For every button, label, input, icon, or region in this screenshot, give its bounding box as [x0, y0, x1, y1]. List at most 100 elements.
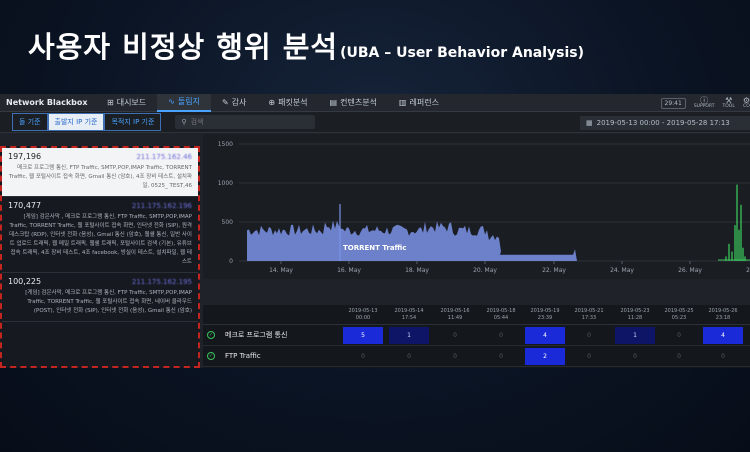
event-count: 170,477: [8, 201, 42, 210]
book-icon: ▥: [398, 98, 407, 107]
timestamp-time: 17:33: [581, 315, 597, 321]
segment-button[interactable]: 목적지 IP 기준: [104, 113, 162, 131]
tab-dashboard[interactable]: ⊞ 대시보드: [96, 94, 157, 112]
tool-button[interactable]: ⚒ TOOL: [722, 96, 734, 110]
dashboard-icon: ⊞: [107, 98, 114, 107]
timeline-cell[interactable]: 0: [389, 348, 429, 365]
target-icon: ⊕: [268, 98, 276, 107]
event-count: 197,196: [8, 152, 42, 161]
timeline-row[interactable]: ✓ FTP Traffic 0 0 0 0 2 0 0 0 0: [203, 346, 750, 367]
tab-book[interactable]: ▥ 레퍼런스: [388, 94, 450, 112]
segment-button[interactable]: 출발지 IP 기준: [47, 113, 105, 131]
timeline-table: 2019-05-13 00:00 2019-05-14 17:54 2019-05-16…: [203, 305, 750, 368]
timeline-cell[interactable]: 0: [615, 348, 655, 365]
timeline-cell[interactable]: 1: [615, 327, 655, 344]
segment-button[interactable]: 돌 기준: [12, 113, 48, 131]
list-item[interactable]: 170,477 211.175.162.196 [게임] 검은사막 , 메크로 프로…: [2, 197, 198, 273]
timeline-cell[interactable]: 4: [703, 327, 743, 344]
tab-label: 대시보드: [116, 98, 147, 107]
nav-right: 29:41 ⓘ SUPPORT ⚒ TOOL ⚙ CO: [660, 94, 750, 112]
x-tick-label: 20. May: [473, 267, 497, 274]
view-toggle: 돌 기준 출발지 IP 기준 목적지 IP 기준: [12, 113, 162, 131]
timestamp-time: 05:44: [493, 315, 509, 321]
x-tick-label: 28. May: [746, 267, 750, 274]
x-tick-label: 26. May: [678, 267, 702, 274]
slide-title-subtitle: (UBA – User Behavior Analysis): [340, 45, 585, 61]
tab-document[interactable]: ▤ 컨텐츠분석: [319, 94, 388, 112]
timeline-row[interactable]: ✓ 메크로 프로그램 통신 5 1 0 0 4 0 1 0 4: [203, 325, 750, 346]
timeline-cell[interactable]: 0: [435, 327, 475, 344]
timestamp-time: 23:39: [537, 315, 553, 321]
timeline-rows: ✓ 메크로 프로그램 통신 5 1 0 0 4 0 1 0 4 ✓ FTP Traffic 0 0 0 0 2 0 0…: [203, 325, 750, 367]
timeline-timestamp: 2019-05-26 23:18: [703, 308, 743, 322]
timeline-cell[interactable]: 0: [569, 348, 609, 365]
timestamp-time: 23:18: [715, 315, 731, 321]
x-tick-label: 18. May: [405, 267, 429, 274]
filter-bar: 돌 기준출발지 IP 기준목적지 IP 기준 ⚲ ▦ 2019-05-13 00…: [0, 112, 750, 133]
timeline-cell[interactable]: 0: [481, 327, 521, 344]
timestamp-date: 2019-05-13: [348, 308, 378, 314]
timeline-cell[interactable]: 0: [659, 327, 699, 344]
timeline-cell[interactable]: 1: [389, 327, 429, 344]
y-tick-label: 1500: [218, 141, 233, 148]
tab-label: 돌림지: [177, 97, 200, 106]
edit-icon: ✎: [221, 98, 229, 107]
x-tick-label: 16. May: [337, 267, 361, 274]
timeline-timestamp: 2019-05-19 23:39: [525, 308, 565, 322]
behavior-tags: [게임] 검은사막 , 메크로 프로그램 통신, FTP Traffic, SM…: [9, 214, 192, 265]
timestamp-date: 2019-05-16: [440, 308, 470, 314]
timeline-cell[interactable]: 0: [569, 327, 609, 344]
timeline-timestamp: 2019-05-21 17:33: [569, 308, 609, 322]
behavior-tags: [게임] 검은사막, 메크로 프로그램 통신, FTP Traffic, SMT…: [25, 290, 192, 314]
traffic-chart-svg: 1500 1000 500 0 14. May 16. May 18. May 20. May…: [218, 141, 750, 274]
search-box[interactable]: ⚲: [175, 115, 316, 129]
search-input[interactable]: [190, 118, 301, 126]
ip-address: 211.175.162.196: [131, 202, 192, 210]
x-tick-label: 14. May: [269, 267, 293, 274]
check-circle-icon: ✓: [207, 331, 215, 339]
brand-logo: Network Blackbox: [6, 98, 88, 107]
timeline-timestamp: 2019-05-18 05:44: [481, 308, 521, 322]
timestamp-date: 2019-05-25: [664, 308, 694, 314]
list-item-header: 100,225 211.175.162.195: [8, 277, 192, 286]
torrent-area: [247, 220, 577, 261]
timeline-cell[interactable]: 4: [525, 327, 565, 344]
timeline-row-name: 메크로 프로그램 통신: [225, 331, 288, 339]
timeline-cell[interactable]: 0: [481, 348, 521, 365]
y-tick-label: 0: [229, 258, 233, 265]
tab-target[interactable]: ⊕ 패킷분석: [257, 94, 318, 112]
timestamp-time: 00:00: [355, 315, 371, 321]
timeline-cell[interactable]: 0: [343, 348, 383, 365]
timeline-cell[interactable]: 2: [525, 348, 565, 365]
timeline-timestamp: 2019-05-13 00:00: [343, 308, 383, 322]
timestamp-time: 11:28: [627, 315, 643, 321]
config-button[interactable]: ⚙ CO: [743, 96, 750, 110]
tab-edit[interactable]: ✎ 감사: [211, 94, 257, 112]
timestamp-date: 2019-05-26: [708, 308, 738, 314]
timeline-timestamp: 2019-05-16 11:49: [435, 308, 475, 322]
ip-address: 211.175.162.195: [131, 278, 192, 286]
event-count: 100,225: [8, 277, 42, 286]
calendar-icon: ▦: [586, 119, 593, 127]
tab-pulse[interactable]: ∿ 돌림지: [157, 94, 211, 112]
tab-label: 컨텐츠분석: [340, 98, 377, 107]
list-item[interactable]: 100,225 211.175.162.195 [게임] 검은사막, 메크로 프로그…: [2, 273, 198, 322]
timeline-timestamp: 2019-05-23 11:28: [615, 308, 655, 322]
slide-title-main: 사용자 비정상 행위 분석: [28, 30, 339, 64]
support-button[interactable]: ⓘ SUPPORT: [694, 96, 715, 110]
timeline-cell[interactable]: 5: [343, 327, 383, 344]
timeline-cell[interactable]: 0: [703, 348, 743, 365]
list-item-header: 170,477 211.175.162.196: [8, 201, 192, 210]
timeline-cell[interactable]: 0: [435, 348, 475, 365]
timeline-header: 2019-05-13 00:00 2019-05-14 17:54 2019-05-16…: [203, 305, 750, 325]
timestamp-date: 2019-05-23: [620, 308, 650, 314]
x-tick-label: 24. May: [610, 267, 634, 274]
date-range-picker[interactable]: ▦ 2019-05-13 00:00 - 2019-05-28 17:13: [580, 116, 750, 130]
timeline-cell[interactable]: 0: [659, 348, 699, 365]
document-icon: ▤: [329, 98, 338, 107]
timeline-timestamp: 2019-05-14 17:54: [389, 308, 429, 322]
timestamp-date: 2019-05-18: [486, 308, 516, 314]
tab-label: 패킷분석: [278, 98, 308, 107]
pulse-icon: ∿: [168, 97, 175, 106]
list-item[interactable]: 197,196 211.175.162.46 메크로 프로그램 통신, FTP Tr…: [2, 148, 198, 197]
